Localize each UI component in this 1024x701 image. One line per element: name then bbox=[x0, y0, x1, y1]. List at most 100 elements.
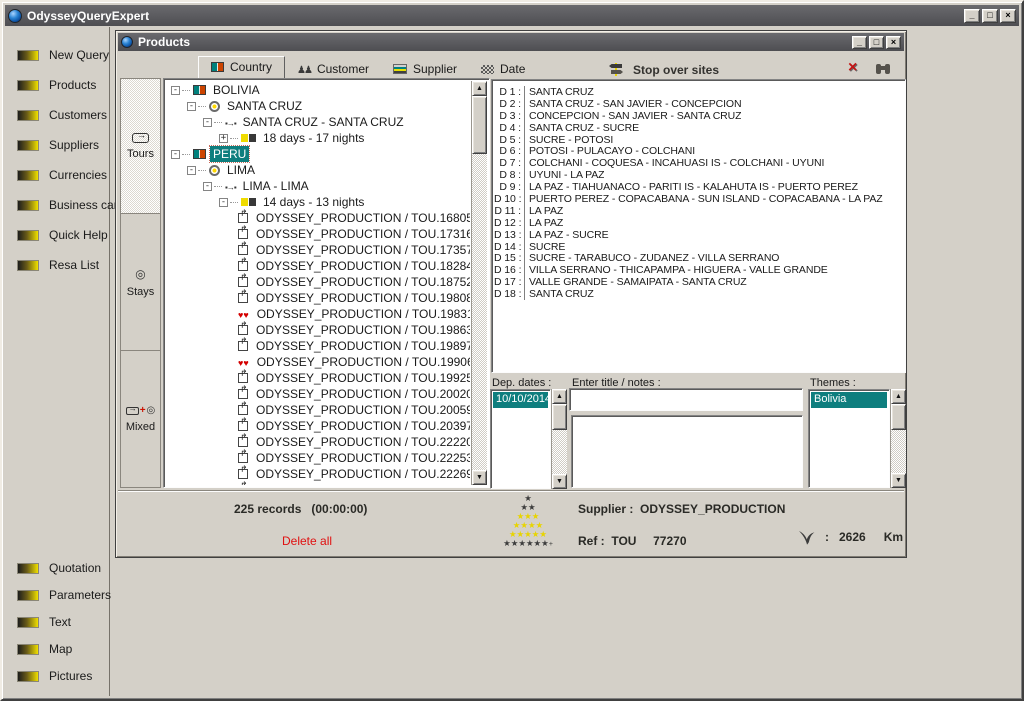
sidebar-item-products[interactable]: Products bbox=[5, 77, 109, 93]
stopover-day-row[interactable]: D 11 :LA PAZ bbox=[494, 205, 905, 217]
sidebar-item-new-query[interactable]: New Query bbox=[5, 47, 109, 63]
side-tab-stays[interactable]: Stays bbox=[121, 214, 160, 351]
collapse-icon[interactable]: - bbox=[171, 86, 180, 95]
tree-row[interactable]: ODYSSEY_PRODUCTION / TOU.16805 bbox=[167, 210, 470, 226]
stopover-day-row[interactable]: D 9 :LA PAZ - TIAHUANACO - PARITI IS - K… bbox=[494, 181, 905, 193]
stopover-day-row[interactable]: D 10 :PUERTO PEREZ - COPACABANA - SUN IS… bbox=[494, 193, 905, 205]
scroll-down-button[interactable] bbox=[891, 473, 906, 488]
tree-row[interactable]: ODYSSEY_PRODUCTION / TOU.22220 bbox=[167, 434, 470, 450]
scroll-up-button[interactable] bbox=[472, 81, 487, 96]
tree-row[interactable]: ODYSSEY_PRODUCTION / TOU.22253 bbox=[167, 450, 470, 466]
tab-date[interactable]: Date bbox=[469, 59, 537, 79]
scroll-down-button[interactable] bbox=[552, 474, 567, 489]
tree-row[interactable]: ODYSSEY_PRODUCTION / TOU.19863 bbox=[167, 322, 470, 338]
tree-row[interactable]: -LIMA - LIMA bbox=[167, 178, 470, 194]
stopover-day-row[interactable]: D 2 :SANTA CRUZ - SAN JAVIER - CONCEPCIO… bbox=[494, 98, 905, 110]
delete-all-button[interactable]: Delete all bbox=[282, 534, 332, 548]
stopover-day-row[interactable]: D 18 :SANTA CRUZ bbox=[494, 288, 905, 300]
sidebar-item-currencies[interactable]: Currencies bbox=[5, 167, 109, 183]
stopover-day-row[interactable]: D 4 :SANTA CRUZ - SUCRE bbox=[494, 122, 905, 134]
tree-row[interactable]: ODYSSEY_PRODUCTION / TOU.22269 bbox=[167, 466, 470, 482]
scroll-thumb[interactable] bbox=[552, 404, 567, 430]
sidebar-item-quick-help[interactable]: Quick Help bbox=[5, 227, 109, 243]
stopover-day-row[interactable]: D 16 :VILLA SERRANO - THICAPAMPA - HIGUE… bbox=[494, 264, 905, 276]
stopover-day-row[interactable]: D 8 :UYUNI - LA PAZ bbox=[494, 169, 905, 181]
tree-row[interactable]: ODYSSEY_PRODUCTION / TOU.19906 bbox=[167, 354, 470, 370]
sidebar-item-customers[interactable]: Customers bbox=[5, 107, 109, 123]
stopover-day-row[interactable]: D 13 :LA PAZ - SUCRE bbox=[494, 229, 905, 241]
tree-row[interactable]: +18 days - 17 nights bbox=[167, 130, 470, 146]
tab-country[interactable]: Country bbox=[198, 56, 285, 79]
close-button[interactable]: × bbox=[1000, 9, 1016, 23]
tree-row[interactable]: ODYSSEY_PRODUCTION / TOU.20020 bbox=[167, 386, 470, 402]
collapse-icon[interactable]: - bbox=[203, 118, 212, 127]
scroll-thumb[interactable] bbox=[472, 96, 487, 154]
title-input[interactable] bbox=[569, 388, 803, 411]
products-close-button[interactable]: × bbox=[886, 36, 901, 49]
stopover-day-row[interactable]: D 1 :SANTA CRUZ bbox=[494, 86, 905, 98]
sidebar-item-map[interactable]: Map bbox=[5, 641, 109, 657]
maximize-button[interactable]: □ bbox=[982, 9, 998, 23]
sidebar-item-text[interactable]: Text bbox=[5, 614, 109, 630]
stopover-day-row[interactable]: D 15 :SUCRE - TARABUCO - ZUDANEZ - VILLA… bbox=[494, 252, 905, 264]
scroll-down-button[interactable] bbox=[472, 470, 487, 485]
collapse-icon[interactable]: - bbox=[187, 102, 196, 111]
products-maximize-button[interactable]: □ bbox=[869, 36, 884, 49]
tree-row[interactable]: ODYSSEY_PRODUCTION / TOU.17357 bbox=[167, 242, 470, 258]
tree-row[interactable]: -LIMA bbox=[167, 162, 470, 178]
tree-row[interactable]: ODYSSEY_PRODUCTION / TOU.19808 bbox=[167, 290, 470, 306]
tree-row[interactable]: -14 days - 13 nights bbox=[167, 194, 470, 210]
tour-icon bbox=[238, 245, 248, 255]
tree-row[interactable]: ODYSSEY_PRODUCTION / TOU.19831 bbox=[167, 306, 470, 322]
sidebar-item-suppliers[interactable]: Suppliers bbox=[5, 137, 109, 153]
stopover-day-row[interactable]: D 7 :COLCHANI - COQUESA - INCAHUASI IS -… bbox=[494, 157, 905, 169]
sidebar-item-resa-list[interactable]: Resa List bbox=[5, 257, 109, 273]
notes-textarea[interactable] bbox=[571, 415, 803, 488]
collapse-icon[interactable]: - bbox=[171, 150, 180, 159]
dep-dates-scrollbar[interactable] bbox=[551, 389, 567, 489]
stopover-day-row[interactable]: D 5 :SUCRE - POTOSI bbox=[494, 134, 905, 146]
stopover-day-row[interactable]: D 17 :VALLE GRANDE - SAMAIPATA - SANTA C… bbox=[494, 276, 905, 288]
tree-row[interactable]: -PERU bbox=[167, 146, 470, 162]
list-item[interactable]: 10/10/2014 bbox=[493, 392, 548, 408]
tour-icon bbox=[238, 389, 248, 399]
tree-row[interactable]: ODYSSEY_PRODUCTION / TOU.20059 bbox=[167, 402, 470, 418]
tree-row[interactable]: ODYSSEY_PRODUCTION / TOU.17316 bbox=[167, 226, 470, 242]
tree-row[interactable]: -BOLIVIA bbox=[167, 82, 470, 98]
tree-row[interactable]: ODYSSEY_PRODUCTION / TOU.19925 bbox=[167, 370, 470, 386]
tree-row[interactable]: ODYSSEY_PRODUCTION / TOU.20397 bbox=[167, 418, 470, 434]
list-item[interactable]: Bolivia bbox=[811, 392, 887, 408]
stopover-day-row[interactable]: D 12 :LA PAZ bbox=[494, 217, 905, 229]
delete-x-icon[interactable]: × bbox=[848, 59, 857, 77]
sidebar-item-parameters[interactable]: Parameters bbox=[5, 587, 109, 603]
stopover-day-row[interactable]: D 6 :POTOSI - PULACAYO - COLCHANI bbox=[494, 145, 905, 157]
sidebar-item-pictures[interactable]: Pictures bbox=[5, 668, 109, 684]
minimize-button[interactable]: _ bbox=[964, 9, 980, 23]
binoculars-icon[interactable] bbox=[876, 64, 890, 74]
products-minimize-button[interactable]: _ bbox=[852, 36, 867, 49]
sidebar-item-business-card[interactable]: Business card bbox=[5, 197, 109, 213]
bird-icon bbox=[798, 529, 815, 545]
tab-supplier[interactable]: Supplier bbox=[381, 59, 469, 79]
tree-row[interactable]: ODYSSEY_PRODUCTION / TOU.22284 bbox=[167, 482, 470, 485]
tree-scrollbar[interactable] bbox=[471, 81, 487, 485]
tree-row[interactable]: -SANTA CRUZ bbox=[167, 98, 470, 114]
collapse-icon[interactable]: - bbox=[187, 166, 196, 175]
collapse-icon[interactable]: - bbox=[203, 182, 212, 191]
tree-row[interactable]: -SANTA CRUZ - SANTA CRUZ bbox=[167, 114, 470, 130]
tab-customer[interactable]: Customer bbox=[285, 59, 381, 79]
scroll-up-button[interactable] bbox=[552, 389, 567, 404]
scroll-thumb[interactable] bbox=[891, 404, 906, 430]
tree-row[interactable]: ODYSSEY_PRODUCTION / TOU.18284 bbox=[167, 258, 470, 274]
tree-row[interactable]: ODYSSEY_PRODUCTION / TOU.18752 bbox=[167, 274, 470, 290]
scroll-up-button[interactable] bbox=[891, 389, 906, 404]
themes-scrollbar[interactable] bbox=[890, 389, 906, 488]
stopover-day-row[interactable]: D 14 :SUCRE bbox=[494, 241, 905, 253]
tree-row[interactable]: ODYSSEY_PRODUCTION / TOU.19897 bbox=[167, 338, 470, 354]
side-tab-tours[interactable]: Tours bbox=[121, 79, 160, 214]
stopover-day-row[interactable]: D 3 :CONCEPCION - SAN JAVIER - SANTA CRU… bbox=[494, 110, 905, 122]
expand-icon[interactable]: + bbox=[219, 134, 228, 143]
sidebar-item-quotation[interactable]: Quotation bbox=[5, 560, 109, 576]
collapse-icon[interactable]: - bbox=[219, 198, 228, 207]
side-tab-mixed[interactable]: +◎Mixed bbox=[121, 351, 160, 487]
